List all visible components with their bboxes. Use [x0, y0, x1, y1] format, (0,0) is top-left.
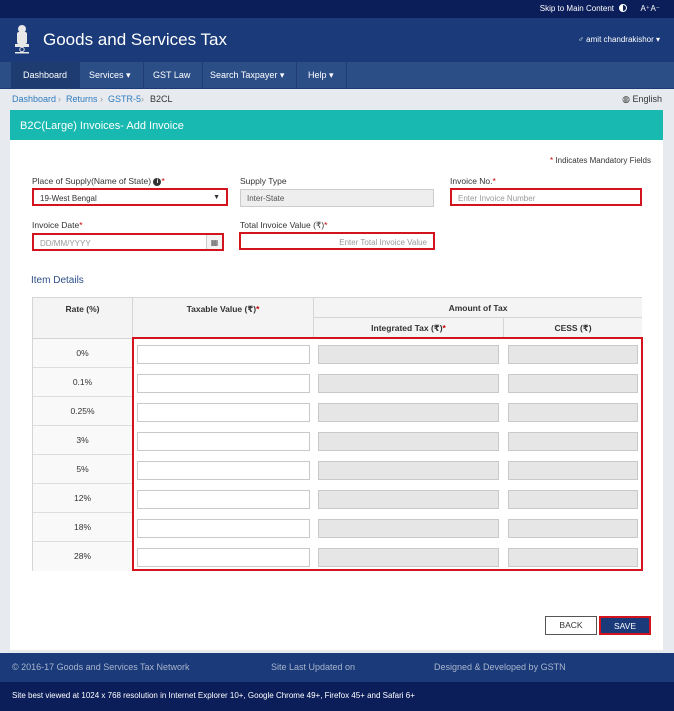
save-button[interactable]: SAVE: [599, 616, 651, 635]
rate-cell: 0%: [33, 339, 133, 368]
integrated-tax-header-text: Integrated Tax (₹): [371, 323, 443, 333]
rate-cell: 5%: [33, 455, 133, 484]
supply-type-value: Inter-State: [247, 194, 285, 203]
invoice-no-input[interactable]: Enter Invoice Number: [450, 188, 642, 206]
nav-services[interactable]: Services ▾: [77, 62, 144, 89]
back-button[interactable]: BACK: [545, 616, 597, 635]
invoice-no-label-text: Invoice No.: [450, 176, 493, 186]
breadcrumb-gstr5[interactable]: GSTR-5: [108, 94, 141, 104]
rate-cell: 0.1%: [33, 368, 133, 397]
browser-note-text: Site best viewed at 1024 x 768 resolutio…: [12, 691, 415, 700]
taxable-value-header-text: Taxable Value (₹): [186, 304, 257, 314]
amount-of-tax-header: Amount of Tax: [314, 298, 642, 318]
user-menu[interactable]: ♂ amit chandrakishor ▾: [578, 35, 660, 44]
total-value-label-text: Total Invoice Value (₹): [240, 220, 325, 230]
invoice-no-placeholder: Enter Invoice Number: [458, 194, 536, 203]
footer-browser-note: Site best viewed at 1024 x 768 resolutio…: [0, 682, 674, 711]
rate-cell: 18%: [33, 513, 133, 542]
footer: © 2016-17 Goods and Services Tax Network…: [0, 653, 674, 682]
item-details-heading: Item Details: [31, 275, 84, 286]
item-inputs-highlight: [132, 337, 643, 571]
invoice-date-placeholder: DD/MM/YYYY: [40, 239, 91, 248]
taxable-value-header: Taxable Value (₹)*: [133, 298, 314, 339]
invoice-date-label-text: Invoice Date: [32, 220, 80, 230]
footer-copyright: © 2016-17 Goods and Services Tax Network: [12, 662, 190, 672]
nav-help[interactable]: Help ▾: [296, 62, 347, 89]
breadcrumb-returns[interactable]: Returns: [66, 94, 98, 104]
breadcrumb-separator: ›: [58, 94, 61, 104]
top-strip: Skip to Main Content A⁺ A⁻: [0, 0, 674, 18]
invoice-date-input[interactable]: DD/MM/YYYY ▦: [32, 233, 224, 251]
main-nav: Dashboard Services ▾ GST Law Search Taxp…: [0, 62, 674, 89]
nav-dashboard[interactable]: Dashboard: [11, 62, 81, 89]
supply-type-label: Supply Type: [240, 176, 287, 186]
page-title: B2C(Large) Invoices- Add Invoice: [20, 120, 184, 132]
place-of-supply-select[interactable]: 19-West Bengal ▼: [32, 188, 228, 206]
integrated-tax-header: Integrated Tax (₹)*: [314, 318, 504, 339]
globe-icon: ◍: [622, 94, 630, 104]
breadcrumb: Dashboard › Returns › GSTR-5 › B2CL ◍ En…: [0, 89, 674, 109]
font-increase-button[interactable]: A⁺: [640, 4, 650, 13]
total-value-input[interactable]: Enter Total Invoice Value: [239, 232, 435, 250]
rate-cell: 28%: [33, 542, 133, 571]
rate-header: Rate (%): [33, 298, 133, 339]
breadcrumb-b2cl: B2CL: [150, 94, 173, 104]
font-decrease-button[interactable]: A⁻: [650, 4, 660, 13]
main-card: B2C(Large) Invoices- Add Invoice * Indic…: [10, 110, 663, 650]
total-value-label: Total Invoice Value (₹)*: [240, 220, 328, 230]
chevron-down-icon: ▼: [213, 194, 220, 201]
language-selector[interactable]: ◍ English: [622, 94, 662, 105]
site-title: Goods and Services Tax: [43, 30, 227, 49]
cess-header: CESS (₹): [504, 318, 642, 339]
footer-designed-by: Designed & Developed by GSTN: [434, 662, 566, 672]
invoice-date-label: Invoice Date*: [32, 220, 83, 230]
invoice-no-label: Invoice No.*: [450, 176, 496, 186]
page-title-band: B2C(Large) Invoices- Add Invoice: [10, 110, 663, 140]
calendar-icon[interactable]: ▦: [206, 235, 222, 249]
total-value-placeholder: Enter Total Invoice Value: [339, 238, 427, 247]
site-header: Goods and Services Tax ♂ amit chandrakis…: [0, 18, 674, 62]
place-of-supply-value: 19-West Bengal: [40, 194, 97, 203]
contrast-icon[interactable]: [619, 4, 627, 12]
footer-last-updated: Site Last Updated on: [271, 662, 356, 672]
breadcrumb-dashboard[interactable]: Dashboard: [12, 94, 56, 104]
emblem-icon: [15, 25, 29, 54]
place-of-supply-label: Place of Supply(Name of State) i *: [32, 176, 165, 186]
language-label: English: [632, 94, 662, 104]
breadcrumb-separator: ›: [100, 94, 103, 104]
rate-cell: 12%: [33, 484, 133, 513]
place-of-supply-label-text: Place of Supply(Name of State): [32, 176, 152, 186]
breadcrumb-separator: ›: [141, 94, 144, 104]
skip-to-main-link[interactable]: Skip to Main Content: [540, 4, 614, 13]
rate-cell: 0.25%: [33, 397, 133, 426]
nav-search-taxpayer[interactable]: Search Taxpayer ▾: [198, 62, 298, 89]
supply-type-field: Inter-State: [240, 189, 434, 207]
rate-cell: 3%: [33, 426, 133, 455]
mandatory-note-text: Indicates Mandatory Fields: [555, 156, 651, 165]
nav-gst-law[interactable]: GST Law: [141, 62, 204, 89]
mandatory-note: * Indicates Mandatory Fields: [550, 156, 651, 165]
